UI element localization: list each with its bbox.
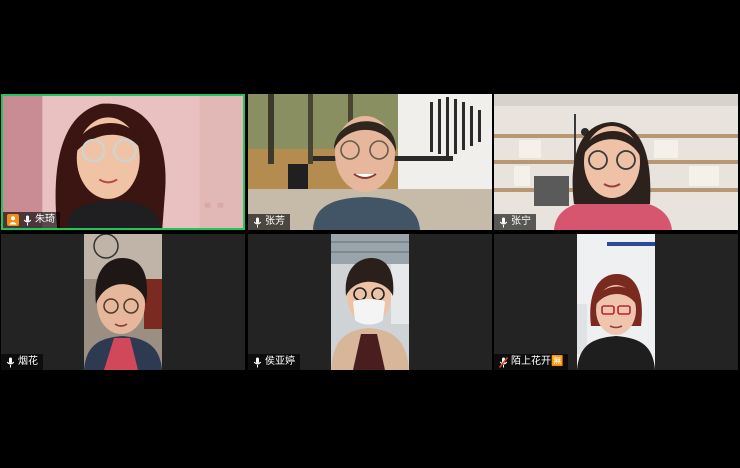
participant-tile[interactable]: 烟花	[1, 234, 245, 370]
participant-tile[interactable]: 张芳	[248, 94, 492, 230]
participant-tile[interactable]: 张宁	[494, 94, 738, 230]
participant-name-tag: 张芳	[248, 214, 290, 230]
participant-name-tag: 烟花	[1, 354, 43, 370]
participant-video	[248, 94, 492, 230]
participant-tile[interactable]: 陌上花开🈚	[494, 234, 738, 370]
participant-video	[494, 94, 738, 230]
participant-name: 张芳	[265, 216, 285, 227]
participant-name: 侯亚婷	[265, 356, 295, 367]
participant-video	[331, 234, 409, 370]
participant-name: 烟花	[18, 356, 38, 367]
muted-microphone-icon[interactable]	[498, 356, 508, 368]
participant-video	[84, 234, 162, 370]
participant-name-tag: 陌上花开🈚	[494, 354, 569, 370]
participant-name-tag: 朱琦	[3, 212, 60, 228]
participant-name: 陌上花开🈚	[511, 356, 564, 367]
microphone-icon[interactable]	[5, 356, 15, 368]
microphone-icon[interactable]	[498, 216, 508, 228]
participant-name: 朱琦	[35, 214, 55, 225]
microphone-icon[interactable]	[252, 356, 262, 368]
microphone-icon[interactable]	[252, 216, 262, 228]
video-gallery: 朱琦 张芳 张宁 烟花 侯亚婷 陌上花开🈚	[0, 94, 740, 372]
participant-video	[577, 234, 655, 370]
participant-name-tag: 侯亚婷	[248, 354, 300, 370]
participant-name: 张宁	[511, 216, 531, 227]
participant-name-tag: 张宁	[494, 214, 536, 230]
microphone-icon[interactable]	[22, 214, 32, 226]
participant-video	[3, 96, 243, 228]
host-icon	[7, 214, 19, 226]
participant-tile[interactable]: 朱琦	[1, 94, 245, 230]
participant-tile[interactable]: 侯亚婷	[248, 234, 492, 370]
